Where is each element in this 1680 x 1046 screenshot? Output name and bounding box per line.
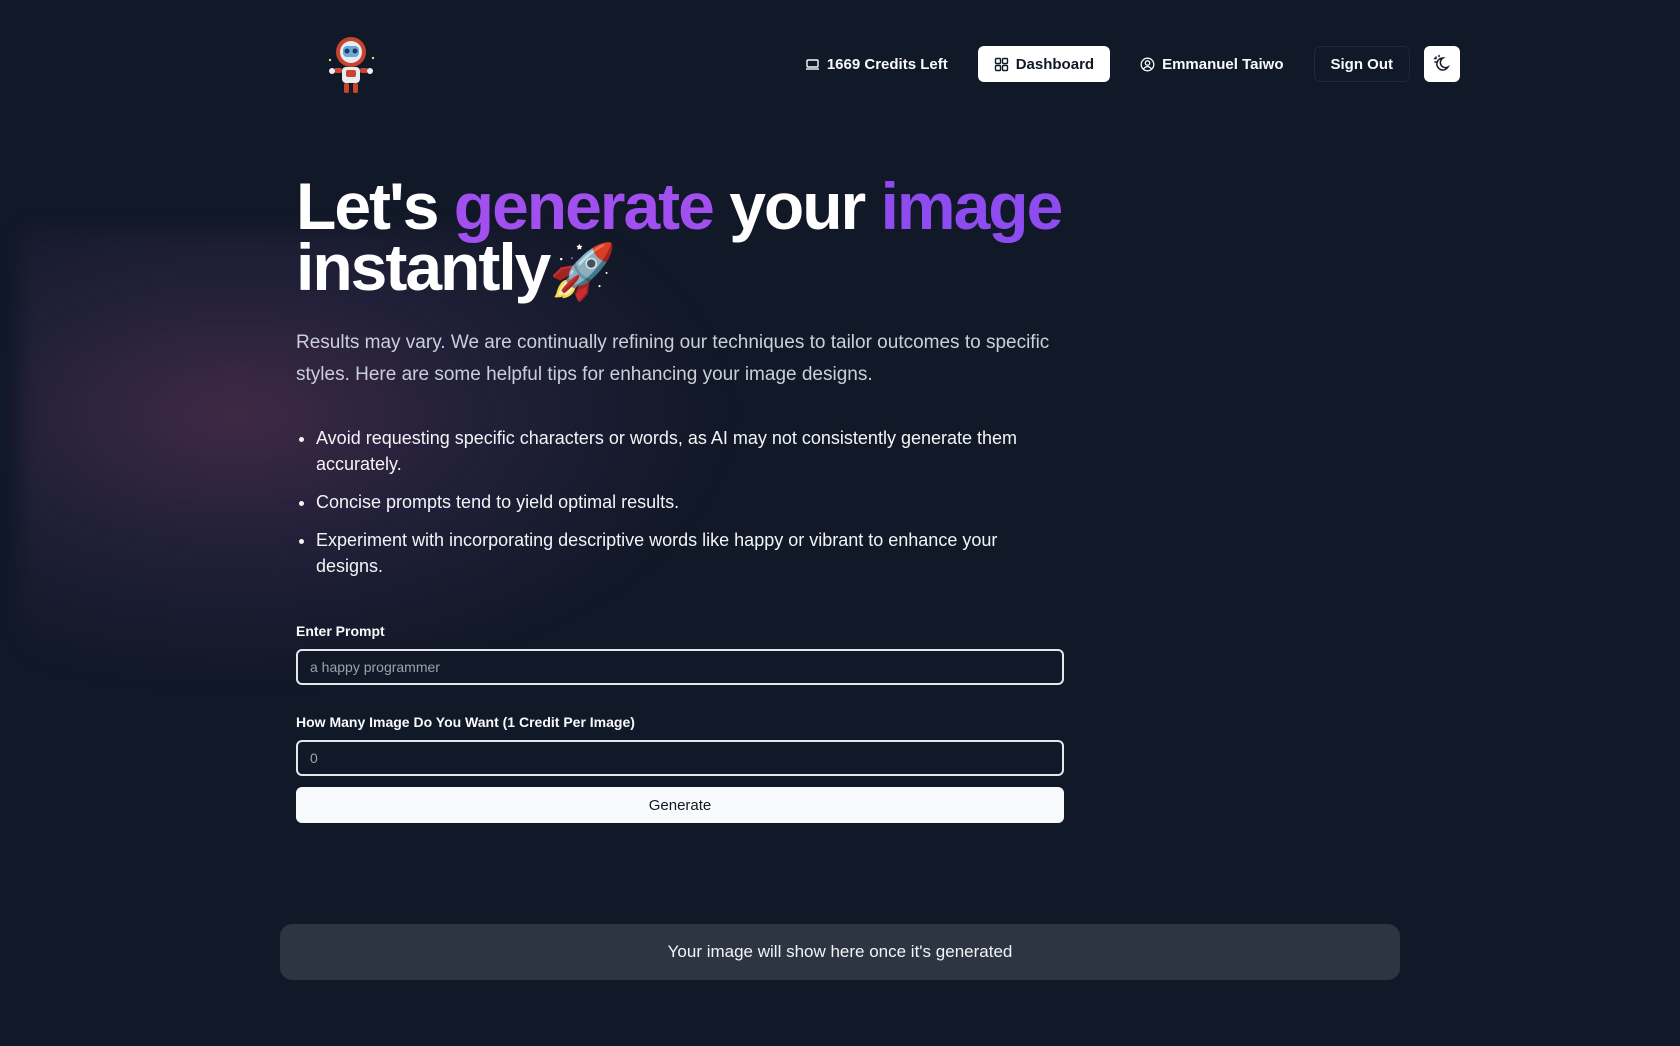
top-navbar: 1669 Credits Left Dashboard Emmanuel Tai…: [0, 0, 1680, 128]
generate-button[interactable]: Generate: [296, 787, 1064, 823]
rocket-icon: 🚀: [549, 242, 616, 302]
main-content: Let's generate your image instantly🚀 Resu…: [296, 173, 1064, 823]
tip-item: Experiment with incorporating descriptiv…: [316, 527, 1064, 579]
theme-toggle-button[interactable]: [1424, 46, 1460, 82]
credits-label: 1669 Credits Left: [826, 55, 948, 73]
sign-out-label: Sign Out: [1330, 55, 1394, 73]
grid-icon: [994, 57, 1009, 72]
tips-list: Avoid requesting specific characters or …: [296, 425, 1064, 579]
user-name: Emmanuel Taiwo: [1162, 55, 1284, 73]
image-result-placeholder: Your image will show here once it's gene…: [280, 924, 1400, 980]
sign-out-button[interactable]: Sign Out: [1313, 46, 1410, 82]
count-field-group: How Many Image Do You Want (1 Credit Per…: [296, 714, 1064, 776]
heading-part-2: your: [712, 169, 881, 243]
laptop-icon: [805, 57, 820, 72]
image-count-label: How Many Image Do You Want (1 Credit Per…: [296, 714, 635, 730]
user-circle-icon: [1140, 57, 1155, 72]
nav-actions: 1669 Credits Left Dashboard Emmanuel Tai…: [789, 46, 1460, 82]
robot-logo-icon[interactable]: [320, 32, 382, 96]
tip-item: Concise prompts tend to yield optimal re…: [316, 489, 1064, 515]
page-heading: Let's generate your image instantly🚀: [296, 173, 1064, 304]
tip-item: Avoid requesting specific characters or …: [316, 425, 1064, 477]
moon-sun-icon: [1432, 54, 1452, 74]
prompt-field-group: Enter Prompt: [296, 623, 1064, 685]
heading-part-3: instantly: [296, 230, 551, 304]
user-profile-button[interactable]: Emmanuel Taiwo: [1124, 46, 1299, 82]
dashboard-button[interactable]: Dashboard: [977, 46, 1111, 82]
image-count-input[interactable]: [296, 740, 1064, 776]
dashboard-label: Dashboard: [1015, 55, 1095, 73]
result-placeholder-text: Your image will show here once it's gene…: [667, 942, 1013, 961]
credits-button[interactable]: 1669 Credits Left: [789, 46, 964, 82]
heading-accent-image: image: [880, 169, 1064, 243]
prompt-label: Enter Prompt: [296, 623, 385, 639]
prompt-input[interactable]: [296, 649, 1064, 685]
intro-text: Results may vary. We are continually ref…: [296, 332, 1050, 385]
